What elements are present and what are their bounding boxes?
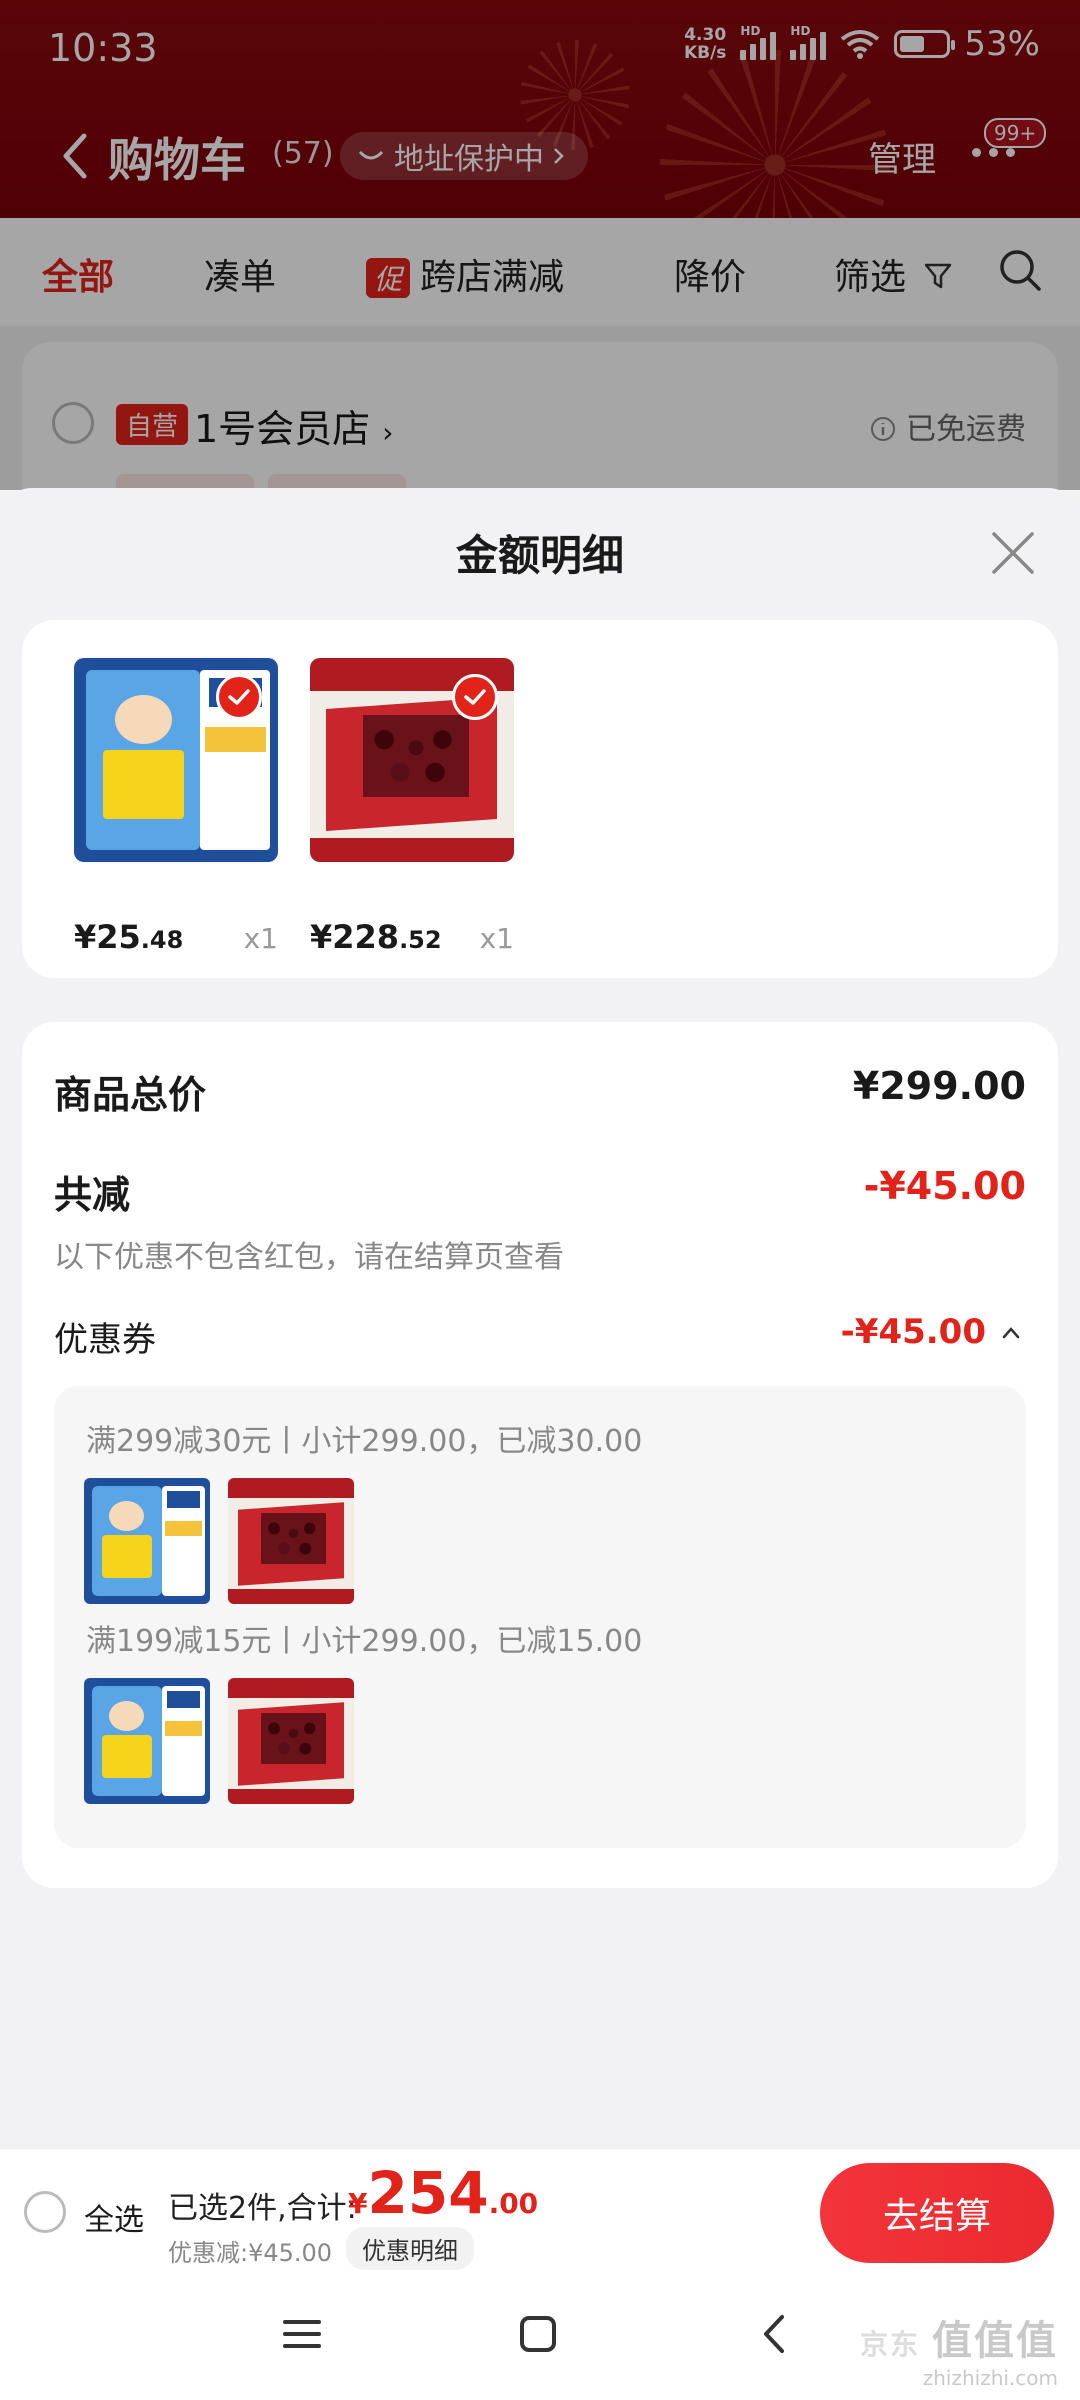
select-all-radio[interactable] [24,2191,66,2233]
coupon-products [84,1478,354,1604]
coupon-value[interactable]: -¥45.00 [841,1312,986,1352]
checkmark-icon [452,674,498,720]
total-decimal: .00 [488,2187,539,2220]
product-thumbnail [228,1678,354,1804]
watermark-brand: 京东 [859,2328,920,2361]
coupon-rule: 满199减15元丨小计299.00，已减15.00 [86,1624,643,1659]
select-all-label[interactable]: 全选 [84,2195,144,2239]
product-item[interactable]: ¥228.52 x1 [310,658,514,956]
price-decimal: .48 [140,926,184,954]
reduction-note: 以下优惠不包含红包，请在结算页查看 [54,1240,564,1275]
coupon-label: 优惠券 [54,1320,156,1360]
discount-amount: 优惠减:¥45.00 [168,2239,333,2267]
total-integer: 254 [367,2159,489,2227]
price-summary-card: 商品总价 ¥299.00 共减 -¥45.00 以下优惠不包含红包，请在结算页查… [22,1022,1058,1888]
checkout-bar: 全选 已选2件,合计: ¥254.00 优惠减:¥45.00 优惠明细 去结算 [0,2148,1080,2274]
close-icon[interactable] [990,530,1036,576]
system-nav-bar: 京东 值值值 zhizhizhi.com [0,2274,1080,2400]
product-price: ¥25.48 [74,918,183,956]
goods-total-value: ¥299.00 [852,1064,1026,1108]
currency-symbol: ¥ [348,2187,368,2220]
watermark: 京东 值值值 zhizhizhi.com [860,2308,1058,2390]
product-image [74,658,278,862]
product-price: ¥228.52 [310,918,442,956]
watermark-logo: 值值值 [932,2318,1058,2364]
cherry-gift-box-icon [228,1678,354,1804]
product-thumbnail [84,1678,210,1804]
goods-total-label: 商品总价 [54,1073,207,1117]
watermark-url: zhizhizhi.com [922,2366,1058,2390]
total-reduction-label: 共减 [54,1173,131,1217]
checkout-button[interactable]: 去结算 [820,2163,1054,2263]
product-quantity: x1 [243,922,278,955]
coupon-detail-box: 满299减30元丨小计299.00，已减30.00 满199减15元丨小计299… [54,1386,1026,1848]
coupon-products [84,1678,354,1804]
kobayashi-cooling-gel-icon [84,1678,210,1804]
product-thumbnail [228,1478,354,1604]
cherry-gift-box-icon [228,1478,354,1604]
price-integer: ¥228 [310,918,400,956]
amount-detail-sheet: 金额明细 ¥25.48 x1 ¥228.52 x1 商品总价 ¥299.00 共… [0,488,1080,2148]
product-image [310,658,514,862]
product-item[interactable]: ¥25.48 x1 [74,658,278,956]
selected-summary: 已选2件,合计: [168,2191,357,2226]
product-thumbnail [84,1478,210,1604]
product-quantity: x1 [479,922,514,955]
coupon-rule: 满299减30元丨小计299.00，已减30.00 [86,1424,643,1459]
back-triangle-icon[interactable] [756,2314,796,2354]
selected-products-card: ¥25.48 x1 ¥228.52 x1 [22,620,1058,978]
price-integer: ¥25 [74,918,141,956]
checkmark-icon [216,674,262,720]
chevron-up-icon[interactable] [1000,1322,1022,1344]
total-reduction-value: -¥45.00 [863,1164,1026,1208]
menu-icon[interactable] [282,2314,322,2354]
sheet-title: 金额明细 [455,531,624,580]
dim-overlay[interactable] [0,0,1080,490]
home-square-icon[interactable] [518,2314,558,2354]
price-decimal: .52 [399,926,442,954]
discount-detail-button[interactable]: 优惠明细 [346,2227,474,2270]
kobayashi-cooling-gel-icon [84,1478,210,1604]
total-amount: ¥254.00 [348,2159,538,2227]
